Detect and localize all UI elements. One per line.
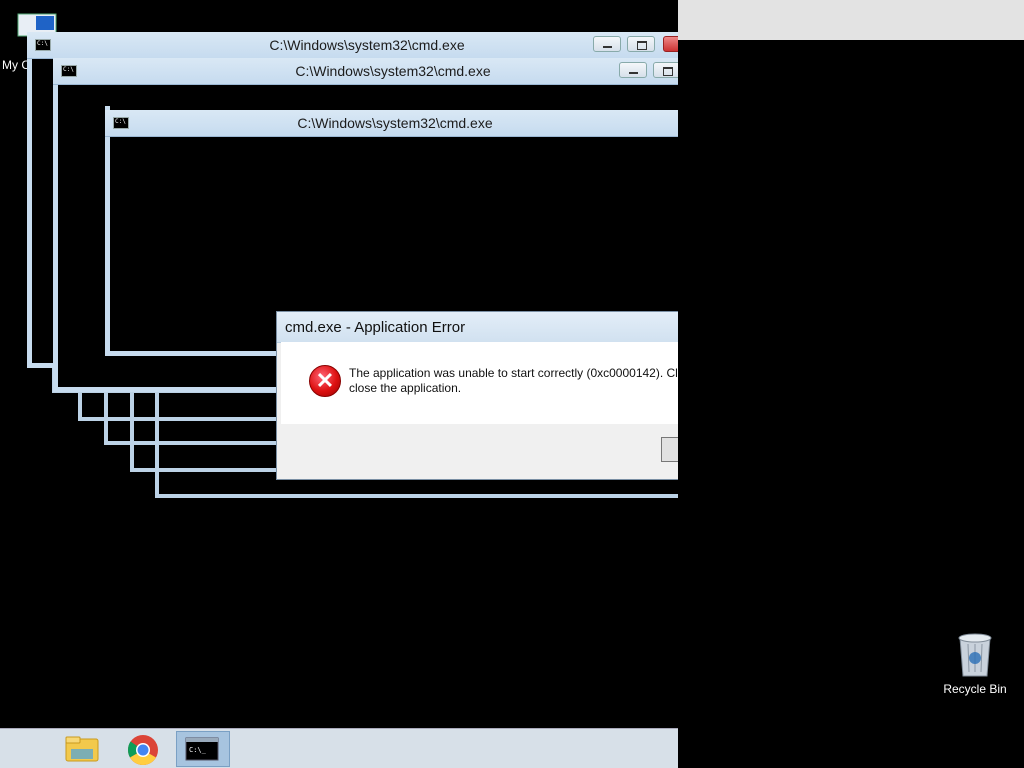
error-dialog-title: cmd.exe - Application Error: [285, 319, 466, 336]
maximize-button[interactable]: [653, 62, 678, 78]
cmd-titlebar[interactable]: C:\Windows\system32\cmd.exe: [27, 32, 678, 59]
recycle-bin-icon: [958, 633, 992, 677]
recycle-bin-shortcut[interactable]: Recycle Bin: [940, 630, 1010, 696]
start-area[interactable]: [0, 729, 50, 768]
error-x-icon: ✕: [309, 365, 341, 397]
cmd-titlebar[interactable]: C:\Windows\system32\cmd.exe: [105, 110, 678, 137]
my-computer-label: My C: [2, 58, 30, 72]
cmd-titlebar[interactable]: C:\Windows\system32\cmd.exe: [53, 58, 678, 85]
minimize-button[interactable]: [593, 36, 621, 52]
error-message: The application was unable to start corr…: [349, 366, 678, 396]
error-dialog-body: ✕ The application was unable to start co…: [281, 342, 678, 424]
minimize-button[interactable]: [619, 62, 647, 78]
taskbar-chrome[interactable]: [116, 731, 170, 767]
chrome-icon: [127, 735, 158, 766]
svg-text:C:\_: C:\_: [189, 746, 207, 754]
error-message-line: close the application.: [349, 381, 462, 395]
command-prompt-icon: C:\_: [185, 737, 219, 761]
error-dialog-footer: [281, 424, 678, 475]
screen-left-area: My C C:\Windows\system32\cmd.exe C:\Wind…: [0, 0, 678, 768]
recycle-bin-label: Recycle Bin: [943, 682, 1007, 696]
cmd-window-title: C:\Windows\system32\cmd.exe: [297, 115, 493, 131]
taskbar: C:\_: [0, 728, 678, 768]
cmd-window-title: C:\Windows\system32\cmd.exe: [269, 37, 465, 53]
top-right-panel: [678, 0, 1024, 40]
file-explorer-icon: [65, 736, 99, 762]
error-dialog-titlebar[interactable]: cmd.exe - Application Error: [277, 312, 678, 343]
taskbar-command-prompt[interactable]: C:\_: [176, 731, 230, 767]
application-error-dialog[interactable]: cmd.exe - Application Error ✕ The applic…: [276, 311, 678, 480]
close-button[interactable]: [663, 36, 678, 52]
error-message-line: The application was unable to start corr…: [349, 366, 678, 380]
maximize-button[interactable]: [627, 36, 655, 52]
taskbar-file-explorer[interactable]: [55, 731, 109, 767]
cmd-window-title: C:\Windows\system32\cmd.exe: [295, 63, 491, 79]
ok-button[interactable]: [661, 437, 678, 462]
